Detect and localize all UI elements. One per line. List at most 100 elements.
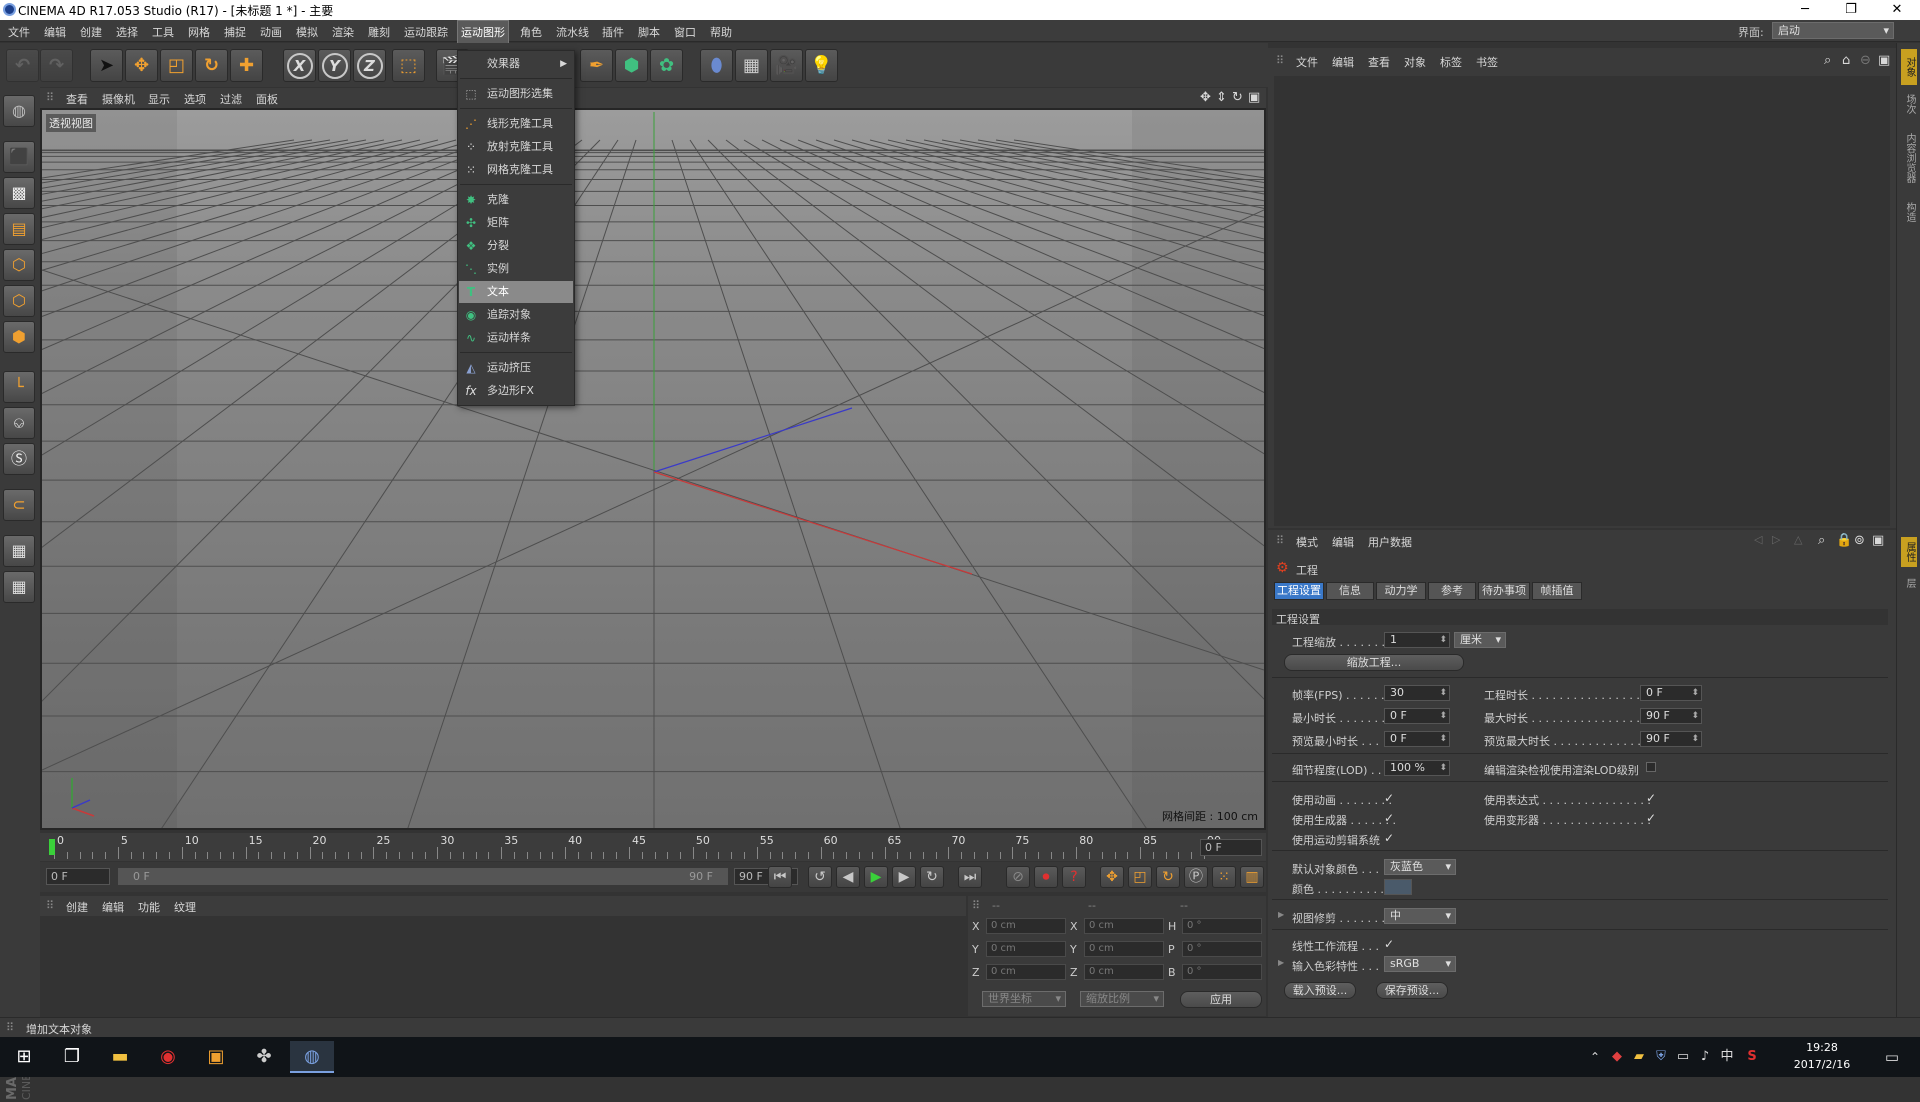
- next-frame-button[interactable]: ▶: [892, 866, 916, 888]
- attr-search-icon[interactable]: ⌕: [1818, 533, 1825, 548]
- fps-field[interactable]: 30: [1384, 685, 1450, 701]
- perspective-viewport[interactable]: 透视视图 网格间距 : 100 cm: [40, 108, 1266, 830]
- vp-menu-options[interactable]: 选项: [184, 91, 206, 107]
- expand-arrow-icon[interactable]: ▶: [1278, 958, 1284, 967]
- ime-indicator[interactable]: 中: [1717, 1041, 1737, 1073]
- y-axis-button[interactable]: Y: [318, 49, 351, 82]
- rotation-b-field[interactable]: 0 °: [1182, 964, 1262, 980]
- vp-zoom-icon[interactable]: ⇕: [1216, 90, 1227, 105]
- vtab-content-browser[interactable]: 内容浏览器: [1901, 123, 1917, 193]
- expand-arrow-icon[interactable]: ▶: [1278, 910, 1284, 919]
- tab-info[interactable]: 信息: [1326, 582, 1374, 600]
- project-scale-field[interactable]: 1: [1384, 632, 1450, 648]
- tab-todo[interactable]: 待办事项: [1478, 582, 1530, 600]
- prev-key-button[interactable]: ↺: [808, 866, 832, 888]
- preview-range-slider[interactable]: 0 F 90 F: [118, 868, 728, 885]
- menu-item-linear-clone-tool[interactable]: ⋰ 线形克隆工具: [459, 113, 573, 135]
- array-button[interactable]: ✿: [650, 49, 683, 82]
- obj-menu-tags[interactable]: 标签: [1440, 54, 1462, 70]
- deformer-button[interactable]: ⬮: [700, 49, 733, 82]
- obj-menu-view[interactable]: 查看: [1368, 54, 1390, 70]
- netease-music-icon[interactable]: ◉: [146, 1041, 190, 1073]
- key-param-button[interactable]: Ⓟ: [1184, 866, 1208, 888]
- solo-button[interactable]: Ⓢ: [3, 443, 35, 475]
- clock-date[interactable]: 2017/2/16: [1782, 1058, 1862, 1071]
- tray-chevron-icon[interactable]: ⌃: [1585, 1041, 1605, 1073]
- use-motion-system-checkbox[interactable]: ✓: [1384, 832, 1396, 844]
- scale-tool-button[interactable]: ◰: [160, 49, 193, 82]
- mat-menu-create[interactable]: 创建: [66, 899, 88, 915]
- menu-tools[interactable]: 工具: [152, 24, 174, 40]
- points-mode-button[interactable]: ⬡: [3, 249, 35, 281]
- vtab-attributes[interactable]: 属性: [1901, 537, 1917, 567]
- use-deformers-checkbox[interactable]: ✓: [1646, 812, 1658, 824]
- floor-button[interactable]: ▦: [735, 49, 768, 82]
- make-editable-button[interactable]: ◍: [3, 95, 35, 127]
- planar-workplane-button[interactable]: ▦: [3, 571, 35, 603]
- obj-menu-file[interactable]: 文件: [1296, 54, 1318, 70]
- go-to-start-button[interactable]: ⏮: [768, 866, 792, 888]
- menu-simulate[interactable]: 模拟: [296, 24, 318, 40]
- menu-item-instance[interactable]: ⋱ 实例: [459, 258, 573, 280]
- move-tool-button[interactable]: ✥: [125, 49, 158, 82]
- obj-menu-edit[interactable]: 编辑: [1332, 54, 1354, 70]
- texture-mode-button[interactable]: ▩: [3, 177, 35, 209]
- back-arrow-icon[interactable]: ◁: [1754, 533, 1762, 546]
- object-list[interactable]: [1274, 76, 1890, 526]
- position-z-field[interactable]: 0 cm: [986, 964, 1066, 980]
- menu-window[interactable]: 窗口: [674, 24, 696, 40]
- key-position-button[interactable]: ✥: [1100, 866, 1124, 888]
- workplane-lock-button[interactable]: ▦: [3, 535, 35, 567]
- size-z-field[interactable]: 0 cm: [1084, 964, 1164, 980]
- menu-script[interactable]: 脚本: [638, 24, 660, 40]
- tweak-mode-button[interactable]: ⎉: [3, 407, 35, 439]
- use-generators-checkbox[interactable]: ✓: [1384, 812, 1396, 824]
- vtab-takes[interactable]: 场次: [1901, 89, 1917, 119]
- vp-menu-panel[interactable]: 面板: [256, 91, 278, 107]
- workplane-mode-button[interactable]: ▤: [3, 213, 35, 245]
- layout-select[interactable]: 启动: [1772, 22, 1894, 39]
- max-time-field[interactable]: 90 F: [1640, 708, 1702, 724]
- sogou-icon[interactable]: S: [1741, 1041, 1763, 1073]
- start-frame-field[interactable]: 0 F: [46, 868, 110, 885]
- coordinate-system-button[interactable]: ⬚: [392, 49, 425, 82]
- menu-sculpt[interactable]: 雕刻: [368, 24, 390, 40]
- key-pla-button[interactable]: ⁙: [1212, 866, 1236, 888]
- save-preset-button[interactable]: 保存预设...: [1376, 982, 1448, 999]
- apply-button[interactable]: 应用: [1180, 991, 1262, 1008]
- world-coord-select[interactable]: 世界坐标: [982, 991, 1066, 1007]
- min-time-field[interactable]: 0 F: [1384, 708, 1450, 724]
- material-area[interactable]: [40, 916, 966, 1016]
- home-icon[interactable]: ⌂: [1842, 53, 1850, 68]
- search-icon[interactable]: ⌕: [1824, 53, 1831, 68]
- size-x-field[interactable]: 0 cm: [1084, 918, 1164, 934]
- recent-tool-button[interactable]: ✚: [230, 49, 263, 82]
- undo-button[interactable]: ↶: [6, 49, 39, 82]
- mat-menu-function[interactable]: 功能: [138, 899, 160, 915]
- position-y-field[interactable]: 0 cm: [986, 941, 1066, 957]
- vp-menu-view[interactable]: 查看: [66, 91, 88, 107]
- pen-tool-button[interactable]: ✒: [580, 49, 613, 82]
- timeline-ruler[interactable]: 051015202530354045505560657075808590 0 F: [40, 833, 1266, 861]
- menu-character[interactable]: 角色: [520, 24, 542, 40]
- menu-mesh[interactable]: 网格: [188, 24, 210, 40]
- menu-plugins[interactable]: 插件: [602, 24, 624, 40]
- next-key-button[interactable]: ↻: [920, 866, 944, 888]
- menu-item-polyfx[interactable]: fx 多边形FX: [459, 380, 573, 402]
- attr-settings-icon[interactable]: ⊚: [1854, 533, 1865, 548]
- subdivision-button[interactable]: ⬢: [615, 49, 648, 82]
- tab-project-settings[interactable]: 工程设置: [1274, 582, 1324, 600]
- preview-max-field[interactable]: 90 F: [1640, 731, 1702, 747]
- attr-lock-icon[interactable]: 🔒: [1836, 533, 1852, 548]
- select-tool-button[interactable]: ➤: [90, 49, 123, 82]
- menu-item-text[interactable]: T 文本: [459, 281, 573, 303]
- lock-icon[interactable]: ⊖: [1860, 53, 1871, 68]
- duration-field[interactable]: 0 F: [1640, 685, 1702, 701]
- attr-menu-edit[interactable]: 编辑: [1332, 534, 1354, 550]
- attr-maximize-icon[interactable]: ▣: [1872, 533, 1884, 548]
- edges-mode-button[interactable]: ⬡: [3, 285, 35, 317]
- volume-icon[interactable]: ♪: [1695, 1041, 1715, 1073]
- menu-item-matrix[interactable]: ✣ 矩阵: [459, 212, 573, 234]
- tray-shield-icon[interactable]: ⛨: [1651, 1041, 1671, 1073]
- view-clipping-select[interactable]: 中: [1384, 908, 1456, 924]
